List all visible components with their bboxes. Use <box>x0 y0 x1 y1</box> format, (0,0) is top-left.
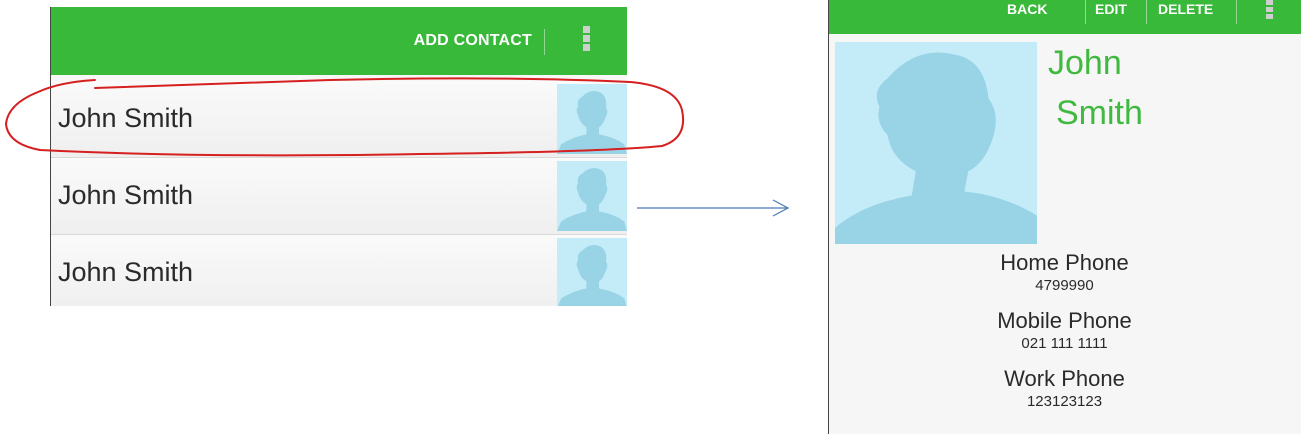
contact-avatar-icon <box>557 238 627 306</box>
home-phone-label: Home Phone <box>1000 250 1129 275</box>
detail-action-bar: BACK EDIT DELETE <box>828 0 1301 34</box>
contact-first-name: John <box>1048 44 1122 82</box>
overflow-menu-icon[interactable] <box>1266 0 1274 21</box>
contact-row[interactable]: John Smith <box>50 235 627 306</box>
add-contact-button[interactable]: ADD CONTACT <box>414 32 532 50</box>
contact-last-name: Smith <box>1056 94 1143 132</box>
action-bar-divider <box>1146 0 1147 24</box>
contact-name: John Smith <box>58 103 194 133</box>
contact-list-screen: ADD CONTACT John Smith John Smith John S… <box>50 7 627 306</box>
detail-screen-edge <box>828 0 829 434</box>
mobile-phone-value: 021 111 1111 <box>1021 335 1108 352</box>
contact-row[interactable]: John Smith <box>50 81 627 158</box>
work-phone-value: 123123123 <box>1026 393 1103 410</box>
home-phone-section: Home Phone 4799990 <box>828 250 1301 296</box>
home-phone-value: 4799990 <box>1035 277 1094 294</box>
contact-name: John Smith <box>58 257 194 287</box>
overflow-menu-icon[interactable] <box>583 26 591 53</box>
action-bar-divider <box>544 29 545 55</box>
work-phone-label: Work Phone <box>1004 366 1125 391</box>
contact-detail-screen: BACK EDIT DELETE John Smith Home Phone 4… <box>828 0 1301 434</box>
contact-photo-icon <box>835 42 1037 244</box>
action-bar-divider <box>1085 0 1086 24</box>
delete-button[interactable]: DELETE <box>1158 1 1213 17</box>
list-screen-edge <box>50 7 51 306</box>
mobile-phone-label: Mobile Phone <box>997 308 1132 333</box>
back-button[interactable]: BACK <box>1007 1 1047 17</box>
canvas: ADD CONTACT John Smith John Smith John S… <box>0 0 1301 434</box>
work-phone-section: Work Phone 123123123 <box>828 366 1301 412</box>
action-bar-divider <box>1236 0 1237 24</box>
contact-avatar-icon <box>557 84 627 154</box>
mobile-phone-section: Mobile Phone 021 111 1111 <box>828 308 1301 354</box>
contact-name: John Smith <box>58 180 194 210</box>
contact-avatar-icon <box>557 161 627 231</box>
navigation-arrow-icon <box>637 199 790 217</box>
list-action-bar: ADD CONTACT <box>50 7 627 75</box>
contact-row[interactable]: John Smith <box>50 158 627 235</box>
edit-button[interactable]: EDIT <box>1095 1 1127 17</box>
